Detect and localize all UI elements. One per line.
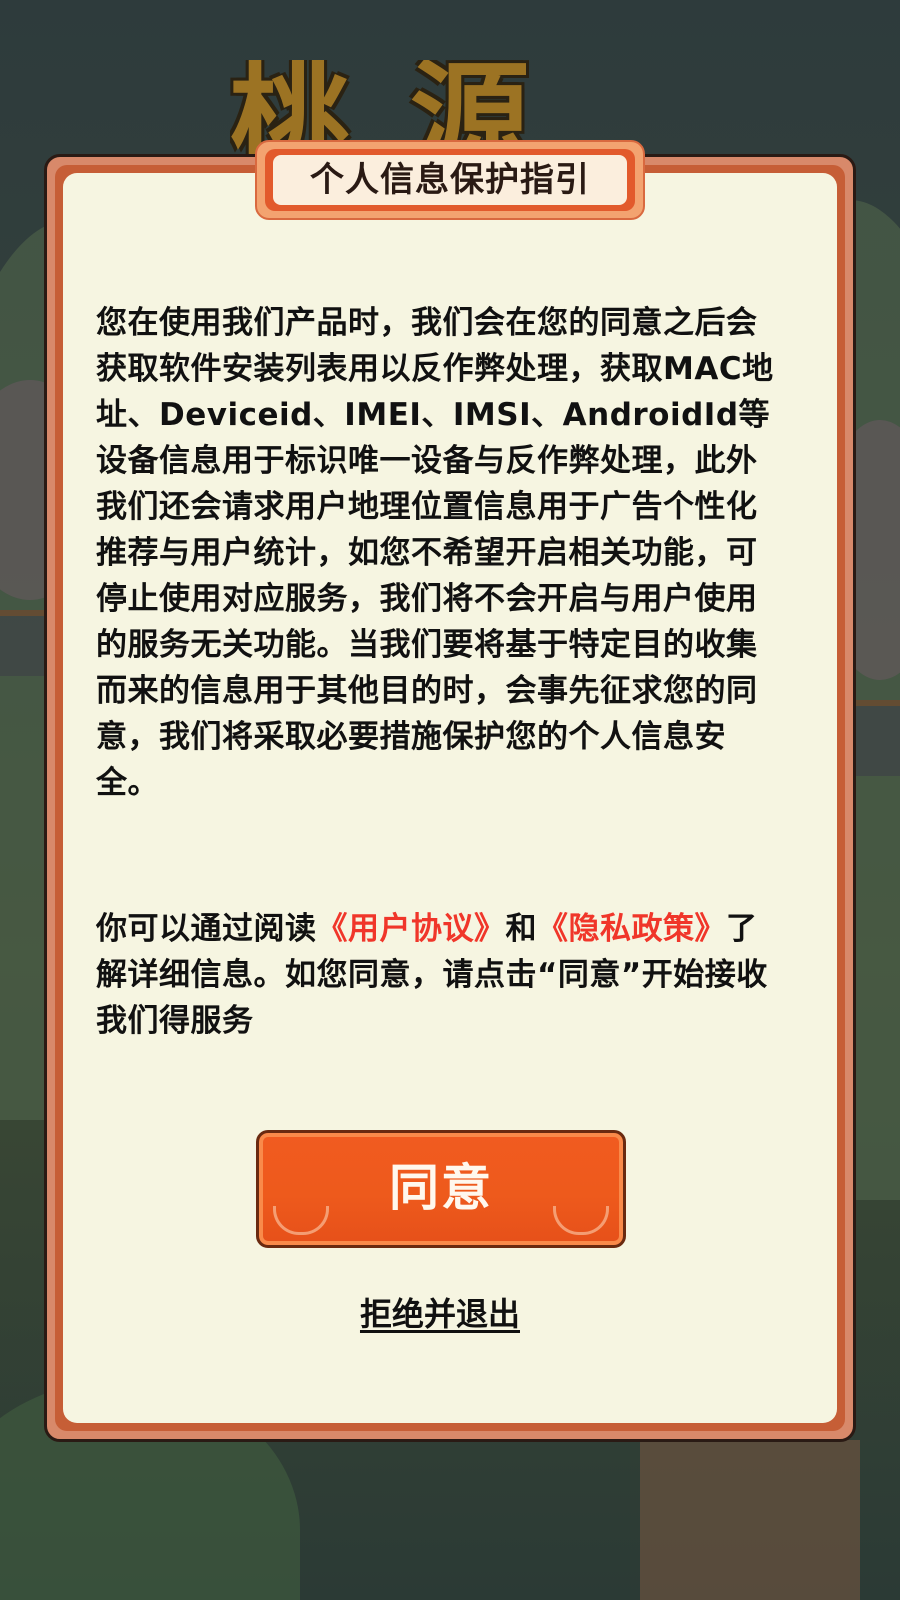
refuse-and-exit-link[interactable]: 拒绝并退出 [330,1290,550,1338]
dialog-title: 个人信息保护指引 [310,160,590,200]
link-intro-text: 你可以通过阅读 [96,911,317,947]
background-house-bottom-right [640,1440,860,1600]
agree-button-label: 同意 [389,1159,493,1217]
privacy-notice-text: 您在使用我们产品时，我们会在您的同意之后会获取软件安装列表用以反作弊处理，获取M… [96,305,774,801]
agreement-links-paragraph: 你可以通过阅读《用户协议》和《隐私政策》了解详细信息。如您同意，请点击“同意”开… [96,906,786,1044]
agree-button[interactable]: 同意 [256,1130,626,1248]
dialog-title-plate: 个人信息保护指引 [255,140,645,220]
user-agreement-link[interactable]: 《用户协议》 [317,911,506,947]
privacy-policy-link[interactable]: 《隐私政策》 [537,911,726,947]
app-screen: 桃源 个人信息保护指引 您在使用我们产品时，我们会在您的同意之后会获取软件安装列… [0,0,900,1600]
and-text: 和 [505,911,537,947]
